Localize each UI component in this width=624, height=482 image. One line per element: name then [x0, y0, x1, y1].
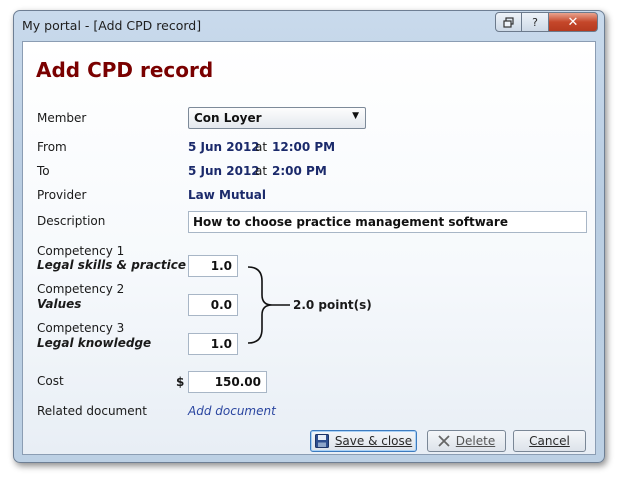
title-bar[interactable]: My portal - [Add CPD record] ? ✕: [14, 11, 604, 41]
competency-2-points: 0.0: [210, 298, 232, 312]
restore-button[interactable]: [495, 12, 522, 32]
page-title: Add CPD record: [36, 58, 214, 82]
competency-2-name: Values: [37, 297, 82, 311]
member-select[interactable]: Con Loyer ▼: [188, 107, 366, 129]
chevron-down-icon[interactable]: ▼: [352, 111, 359, 121]
to-time: 2:00 PM: [272, 164, 327, 178]
delete-button[interactable]: Delete: [427, 430, 506, 452]
dialog-body: Add CPD record Member Con Loyer ▼ From 5…: [22, 41, 596, 455]
total-points: 2.0 point(s): [293, 298, 372, 312]
cost-label: Cost: [37, 374, 64, 388]
competency-1-points: 1.0: [210, 259, 232, 273]
from-at: at: [255, 140, 268, 154]
currency-symbol: $: [176, 375, 185, 389]
competency-2-points-field[interactable]: 0.0: [188, 294, 238, 316]
save-close-label: Save & close: [334, 434, 413, 448]
competency-3-name: Legal knowledge: [37, 336, 152, 350]
cost-value: 150.00: [214, 375, 261, 389]
from-label: From: [37, 140, 67, 154]
to-date: 5 Jun 2012: [188, 164, 260, 178]
competency-2-label: Competency 2: [37, 282, 125, 296]
cancel-label: Cancel: [529, 434, 570, 448]
to-label: To: [37, 164, 50, 178]
window-title: My portal - [Add CPD record]: [22, 18, 202, 33]
save-close-button[interactable]: Save & close: [310, 430, 417, 452]
add-document-link[interactable]: Add document: [188, 404, 276, 418]
floppy-disk-icon: [314, 434, 329, 448]
competency-3-label: Competency 3: [37, 321, 125, 335]
provider-label: Provider: [37, 188, 87, 202]
cost-field[interactable]: 150.00: [188, 371, 267, 393]
member-label: Member: [37, 111, 87, 125]
cancel-button[interactable]: Cancel: [513, 430, 586, 452]
competency-1-name: Legal skills & practice: [37, 258, 187, 272]
x-icon: [438, 435, 450, 447]
close-icon: ✕: [567, 14, 579, 30]
to-at: at: [255, 164, 268, 178]
from-date: 5 Jun 2012: [188, 140, 260, 154]
delete-label: Delete: [455, 434, 496, 448]
provider-value: Law Mutual: [188, 188, 266, 202]
from-time: 12:00 PM: [272, 140, 336, 154]
competency-3-points: 1.0: [210, 337, 232, 351]
description-label: Description: [37, 214, 106, 228]
description-value: How to choose practice management softwa…: [193, 215, 508, 229]
dialog-window: My portal - [Add CPD record] ? ✕ Add CPD…: [13, 10, 605, 463]
competency-1-label: Competency 1: [37, 244, 125, 258]
competency-3-points-field[interactable]: 1.0: [188, 333, 238, 355]
description-field[interactable]: How to choose practice management softwa…: [188, 211, 587, 233]
total-bracket-icon: [247, 266, 290, 344]
competency-1-points-field[interactable]: 1.0: [188, 255, 238, 277]
member-select-value: Con Loyer: [194, 111, 262, 125]
close-button[interactable]: ✕: [549, 12, 598, 32]
help-button[interactable]: ?: [522, 12, 549, 32]
help-icon: ?: [532, 15, 538, 29]
restore-icon: [502, 16, 514, 28]
related-document-label: Related document: [37, 404, 147, 418]
